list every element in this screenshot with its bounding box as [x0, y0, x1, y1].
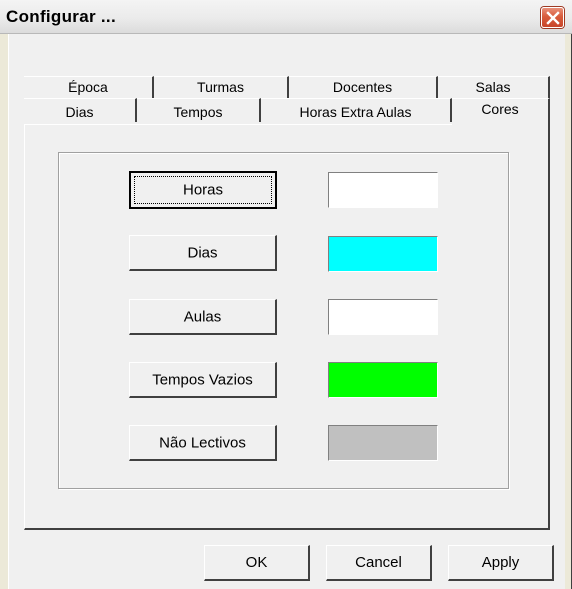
tab-epoca[interactable]: Época	[24, 76, 154, 98]
tab-label: Cores	[481, 101, 519, 117]
tab-label: Tempos	[173, 104, 223, 120]
tab-horas-extra-aulas[interactable]: Horas Extra Aulas	[261, 98, 452, 122]
title-bar[interactable]: Configurar ...	[0, 0, 572, 34]
tab-salas[interactable]: Salas	[438, 76, 550, 98]
tempos-vazios-color-button[interactable]: Tempos Vazios	[129, 362, 277, 398]
button-label: OK	[245, 554, 268, 571]
aulas-color-swatch[interactable]	[328, 299, 438, 335]
close-button[interactable]	[541, 7, 564, 28]
tab-dias[interactable]: Dias	[24, 98, 137, 122]
tab-label: Salas	[475, 79, 511, 95]
dias-color-swatch[interactable]	[328, 236, 438, 272]
button-label: Apply	[481, 554, 520, 571]
nao-lectivos-color-button[interactable]: Não Lectivos	[129, 425, 277, 461]
tempos-vazios-color-swatch[interactable]	[328, 362, 438, 398]
button-label: Horas	[182, 181, 223, 199]
tab-tempos[interactable]: Tempos	[137, 98, 261, 122]
cancel-button[interactable]: Cancel	[326, 545, 432, 581]
aulas-color-button[interactable]: Aulas	[129, 299, 277, 335]
tab-label: Docentes	[332, 79, 393, 95]
horas-color-button[interactable]: Horas	[129, 171, 277, 209]
button-label: Aulas	[183, 308, 222, 325]
button-label: Cancel	[355, 554, 402, 571]
ok-button[interactable]: OK	[204, 545, 310, 581]
button-label: Não Lectivos	[159, 434, 246, 451]
tab-label: Dias	[65, 104, 94, 120]
dialog-window: Configurar ... Época Turmas Docentes Sal…	[0, 0, 572, 589]
dias-color-button[interactable]: Dias	[129, 235, 277, 271]
tab-docentes[interactable]: Docentes	[289, 76, 438, 98]
button-label: Tempos Vazios	[152, 371, 253, 388]
tab-label: Turmas	[197, 79, 244, 95]
nao-lectivos-color-swatch[interactable]	[328, 425, 438, 461]
tab-cores[interactable]: Cores	[452, 98, 550, 126]
apply-button[interactable]: Apply	[448, 545, 554, 581]
tab-turmas[interactable]: Turmas	[154, 76, 289, 98]
horas-color-swatch[interactable]	[328, 172, 438, 208]
close-icon	[546, 11, 560, 25]
button-label: Dias	[187, 244, 218, 261]
tab-label: Época	[68, 79, 108, 95]
tab-label: Horas Extra Aulas	[299, 104, 412, 120]
window-title: Configurar ...	[6, 7, 116, 26]
colors-group-box	[58, 152, 509, 489]
